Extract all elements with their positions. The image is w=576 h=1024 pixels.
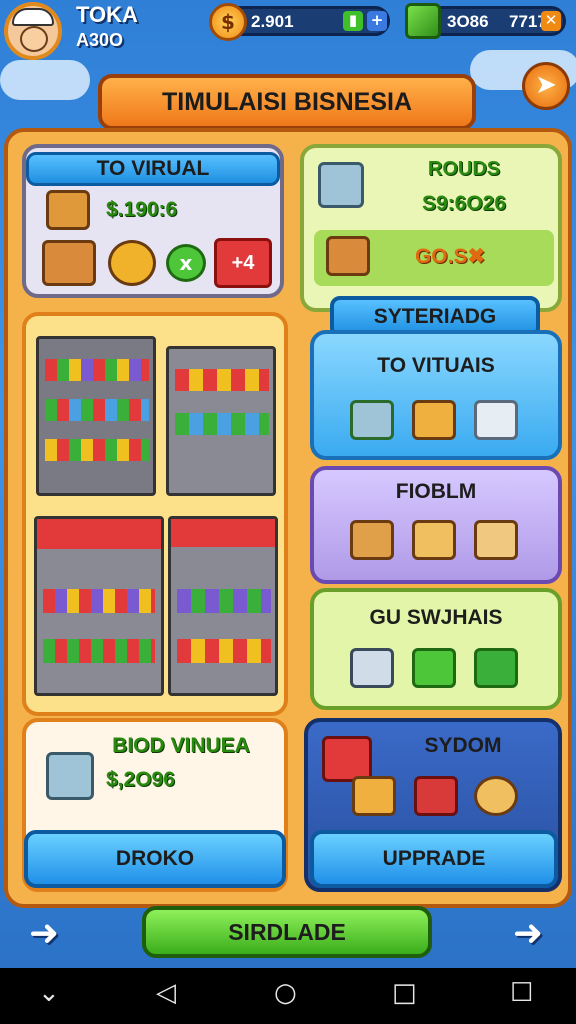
top-bar: TOKA A30O $ 2.901 ▮ + 3O86 7717 ✕ [0,0,576,62]
sydom-card: SYDOM UPPRADE [304,718,562,892]
home-icon[interactable]: ○ [274,978,297,1008]
coin-icon: $ [209,3,247,41]
rouds-badge: GO.S✖ [414,245,486,268]
box-icon [412,400,456,440]
to-vituais-label: TO VITUAIS [377,354,495,377]
sirdlade-button[interactable]: SIRDLADE [142,906,432,958]
page-title: TIMULAISI BISNESIA [98,74,476,130]
close-icon[interactable]: x [166,244,206,282]
bag-icon [46,190,90,230]
box-icon [412,520,456,560]
sydom-label: SYDOM [424,734,502,757]
coin-counter: $ 2.901 ▮ + [209,3,390,41]
shopping-cart-icon [350,400,394,440]
back-icon[interactable]: ◁ [156,978,176,1008]
face-icon [20,26,48,52]
add-coins-button[interactable]: + [367,11,387,31]
droko-button[interactable]: DROKO [24,830,286,888]
player-name: TOKA [76,2,138,27]
player-avatar[interactable] [4,2,62,60]
gem-counter: 3O86 7717 ✕ [405,3,566,39]
to-virual-amount: $.190:6 [106,198,178,221]
gem-icon [405,3,441,39]
rouds-badge-row: GO.S✖ [314,230,554,286]
fioblm-label: FIOBLM [395,480,477,503]
clock-icon[interactable] [108,240,156,286]
system-nav-bar: ⌄ ◁ ○ □ ☐ [0,968,576,1024]
fruit-basket-icon [42,240,96,286]
bucket-icon [318,162,364,208]
main-panel: TO VIRUAL $.190:6 x +4 ROUDS S9:6O26 GO.… [4,128,572,908]
shelf-icon [36,336,156,496]
store-illustration[interactable] [22,312,288,716]
basket-icon [350,520,394,560]
hat-icon [12,8,54,26]
gem-value: 3O86 [447,12,489,31]
rouds-card: ROUDS S9:6O26 GO.S✖ [300,144,562,312]
cube-icon [474,648,518,688]
chat-icon[interactable]: ☐ [510,978,533,1008]
to-vituais-card[interactable]: TO VITUAIS [310,330,562,460]
gu-swjhais-label: GU SWJHAIS [369,606,503,629]
player-level: A30O [76,30,124,50]
fioblm-card[interactable]: FIOBLM [310,466,562,584]
leaf-card-icon [412,648,456,688]
gu-swjhais-card[interactable]: GU SWJHAIS [310,588,562,710]
cart-icon [168,516,278,696]
biod-vinuea-label: BIOD VINUEA [112,734,250,757]
biod-vinuea-card: BIOD VINUEA $,2O96 DROKO [22,718,288,892]
upgrade-button[interactable]: UPPRADE [310,830,558,888]
bag-icon [474,400,518,440]
register-icon [350,648,394,688]
bread-icon [474,776,518,816]
chevron-down-icon[interactable]: ⌄ [38,978,60,1008]
back-arrow-icon[interactable]: ➜ [20,910,68,958]
to-virual-label: TO VIRUAL [26,152,280,186]
biod-vinuea-amount: $,2O96 [106,768,175,791]
jar-icon [474,520,518,560]
crate-icon [326,236,370,276]
shelf-icon [166,346,276,496]
to-virual-card: TO VIRUAL $.190:6 x +4 [22,144,284,298]
gem-close-button[interactable]: ✕ [541,11,561,31]
arrow-icon: ➤ [535,70,557,100]
shelf-icon [34,516,164,696]
rouds-label: ROUDS [427,158,501,180]
cloud-decoration [0,60,90,100]
forward-arrow-icon[interactable]: ➜ [504,910,552,958]
close-icon[interactable]: ✖ [467,245,485,268]
box-icon [352,776,396,816]
coin-value: 2.901 [251,12,294,31]
coin-toggle-icon[interactable]: ▮ [343,11,363,31]
basket-icon [46,752,94,800]
settings-button[interactable]: ➤ [522,62,570,110]
add-button[interactable]: +4 [214,238,272,288]
clipboard-icon [414,776,458,816]
rouds-amount: S9:6O26 [421,192,507,215]
recents-icon[interactable]: □ [392,978,417,1008]
